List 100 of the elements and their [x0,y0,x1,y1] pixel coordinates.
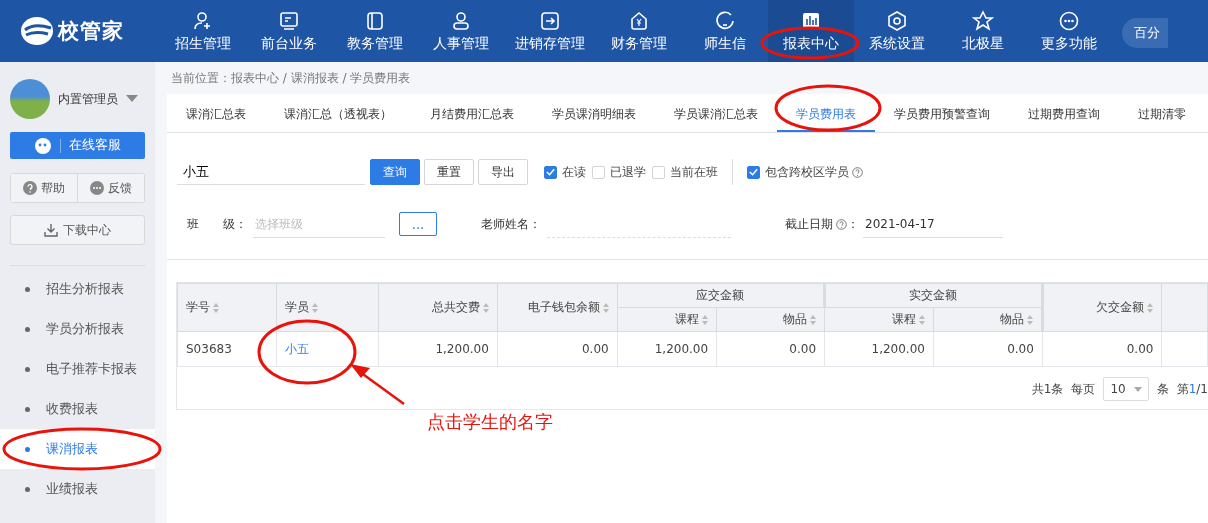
column-header: 应交金额 [617,283,825,308]
column-header: 课程 [824,307,934,332]
help-button[interactable]: 帮助 [11,174,77,202]
nav-item[interactable]: 师生信 [682,0,768,62]
logo-icon [20,16,54,46]
star-icon [972,9,994,32]
avatar-photo [10,79,50,119]
sidebar-item[interactable]: 招生分析报表 [0,269,155,309]
field-label: 班 [187,215,200,233]
download-icon [44,223,58,237]
page-size-select[interactable]: 10 [1103,377,1149,401]
field-label: 级： [223,215,247,233]
report-tab[interactable]: 课消汇总表 [167,96,265,132]
checkbox[interactable]: 包含跨校区学员 [747,163,849,181]
breadcrumb: 当前位置：报表中心 / 课消报表 / 学员费用表 [170,70,412,87]
online-service-button[interactable]: 在线客服 [10,132,145,159]
sort-icon [602,302,609,313]
sidebar-item[interactable]: 业绩报表 [0,469,155,509]
browse-button[interactable]: ... [399,212,437,236]
field-label: ： [847,215,859,233]
total-count: 共1条 [1031,380,1064,398]
report-tab[interactable]: 过期费用查询 [1009,96,1119,132]
campus-selector[interactable]: 百分 [1122,18,1168,48]
user-icon [450,9,472,32]
report-tab[interactable]: 学员课消汇总表 [655,96,777,132]
nav-item[interactable]: 更多功能 [1026,0,1112,62]
nav-item[interactable]: 前台业务 [246,0,332,62]
field-label: 截止日期 [785,215,833,233]
table-cell: S03683 [177,331,277,367]
report-tab[interactable]: 学员费用预警查询 [875,96,1009,132]
sidebar-item[interactable]: 学员分析报表 [0,309,155,349]
table-cell: 1,200.00 [617,331,717,367]
checkmark-icon [748,166,759,178]
report-tab[interactable]: 月结费用汇总表 [411,96,533,132]
annotation-text: 点击学生的名字 [427,410,553,434]
checkbox[interactable]: 在读 [544,163,586,181]
nav-item[interactable]: 系统设置 [854,0,940,62]
checkbox[interactable]: 已退学 [592,163,646,181]
book-icon [364,9,386,32]
download-center-button[interactable]: 下载中心 [10,215,145,245]
chat-bubble-icon [34,136,52,155]
logo-text: 校管家 [58,18,124,45]
sort-icon [1026,314,1033,325]
monitor-icon [278,9,300,32]
action-button[interactable]: 导出 [478,159,528,185]
checkbox[interactable]: 当前在班 [652,163,718,181]
sidebar-item[interactable]: 收费报表 [0,389,155,429]
sort-icon [702,314,709,325]
table-cell: 1,200.00 [378,331,498,367]
help-icon [836,218,847,230]
column-header: 实交金额 [824,283,1043,308]
column-header: 学员 [276,283,379,332]
column-header: 课程 [617,307,717,332]
sort-icon [482,302,489,313]
chat-icon [714,9,736,32]
report-tab[interactable]: 课消汇总（透视表） [265,96,411,132]
checkmark-icon [545,166,556,178]
settings-icon [886,9,908,32]
nav-item[interactable]: 人事管理 [418,0,504,62]
table-cell: 1,200.00 [824,331,934,367]
table-cell: 0.00 [716,331,825,367]
query-button[interactable]: 查询 [370,159,420,185]
annotation-arrow [350,362,406,406]
nav-item[interactable]: 财务管理 [596,0,682,62]
column-header: 总共交费 [378,283,498,332]
sidebar-item[interactable]: 电子推荐卡报表 [0,349,155,389]
help-icon [23,181,37,195]
chat-icon [90,181,104,195]
column-header: 电子钱包余额 [497,283,618,332]
help-icon [852,166,863,178]
sort-icon [312,302,319,313]
more-icon [1058,9,1080,32]
nav-item[interactable]: 教务管理 [332,0,418,62]
report-tab[interactable]: 学员课消明细表 [533,96,655,132]
nav-item[interactable]: 报表中心 [768,0,854,62]
table-cell: 0.00 [1042,331,1162,367]
student-name-link[interactable]: 小五 [285,341,310,356]
nav-item[interactable]: 进销存管理 [504,0,596,62]
sort-icon [213,302,219,313]
field-label: 老师姓名： [481,215,541,233]
column-header: 欠交金额 [1042,283,1162,332]
action-button[interactable]: 重置 [424,159,474,185]
column-header: 物品 [716,307,825,332]
report-tab[interactable]: 过期清零 [1119,96,1205,132]
table-cell: 0.00 [933,331,1043,367]
table-cell: 0.00 [497,331,618,367]
sort-icon [1147,302,1154,313]
nav-item[interactable]: 招生管理 [160,0,246,62]
page-size-unit: 条 [1156,380,1169,398]
nav-item[interactable]: 北极星 [940,0,1026,62]
feedback-button[interactable]: 反馈 [77,174,144,202]
sort-icon [918,314,925,325]
caret-icon [126,95,138,103]
caret-icon [1133,386,1142,392]
user-name[interactable]: 内置管理员 [58,90,118,108]
page-info: 第1/1 [1176,380,1208,398]
enter-icon [539,9,561,32]
column-header: 学号 [177,283,277,332]
page-size-label: 每页 [1071,380,1096,398]
yen-house-icon [628,9,650,32]
